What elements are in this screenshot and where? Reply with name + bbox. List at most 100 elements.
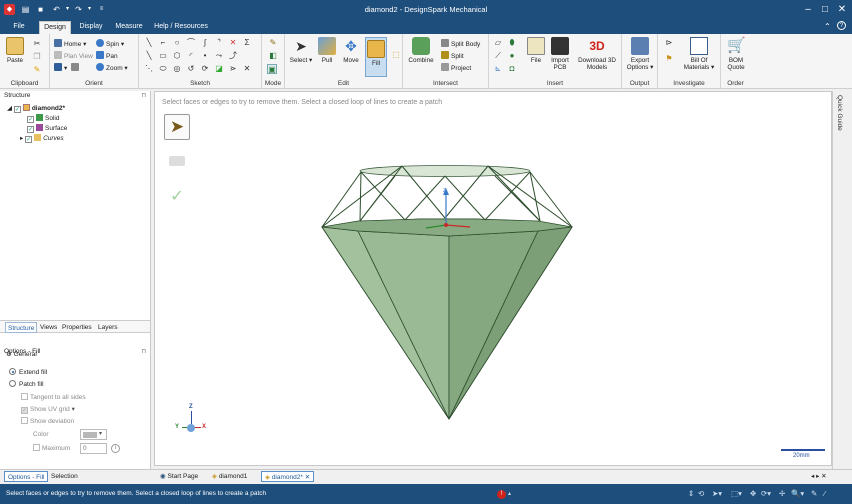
offset-curve-icon[interactable]: ⤴ (228, 51, 238, 61)
doc-tab-diamond2[interactable]: ◈ diamond2* ✕ (261, 471, 315, 482)
help-icon[interactable]: ? (837, 21, 846, 30)
trim-tool-icon[interactable]: ✕ (228, 38, 238, 48)
ribbon-collapse-icon[interactable]: ⌃ (822, 21, 833, 32)
info-icon[interactable]: i (111, 444, 120, 453)
origin-icon[interactable]: ⊾ (493, 64, 503, 74)
rotate-view-icon[interactable]: ⟲ (698, 488, 704, 500)
tree-checkbox[interactable]: ✓ (27, 116, 34, 123)
tab-properties[interactable]: Properties (60, 322, 94, 333)
project-curve-icon[interactable]: ⟳ (200, 64, 210, 74)
plane-icon[interactable]: ▱ (493, 38, 503, 48)
move-view-icon[interactable]: ✢ (779, 488, 785, 500)
tab-display[interactable]: Display (76, 21, 106, 34)
tree-item-solid[interactable]: ✓ Solid (27, 114, 59, 124)
split-button[interactable]: Split (441, 51, 464, 61)
zoom-view-icon[interactable]: 🔍▾ (791, 488, 804, 500)
patch-fill-radio[interactable]: Patch fill (9, 380, 44, 390)
insert-file-button[interactable]: File (525, 37, 547, 64)
dashed-line-icon[interactable]: ⋱ (144, 64, 154, 74)
export-options-button[interactable]: Export Options ▾ (625, 37, 655, 71)
shell-icon[interactable]: ◘ (507, 64, 517, 74)
sphere-icon[interactable]: ● (507, 51, 517, 61)
tree-checkbox[interactable]: ✓ (27, 126, 34, 133)
maximize-icon[interactable]: □ (818, 3, 832, 17)
show-uv-grid-checkbox[interactable]: ✓ Show UV grid ▾ (21, 405, 75, 415)
download-3d-models-button[interactable]: 3D Download 3D Models (575, 37, 619, 71)
cut-icon[interactable]: ✂ (32, 39, 42, 49)
point-tool-icon[interactable]: • (200, 51, 210, 61)
tab-views[interactable]: Views (38, 322, 59, 333)
mirror-sketch-icon[interactable]: ⋗ (228, 64, 238, 74)
three-point-arc-icon[interactable]: ↺ (186, 64, 196, 74)
pan-tool-icon[interactable]: ✥ (750, 488, 756, 500)
fill-button[interactable]: Fill (365, 37, 387, 77)
options-pin-icon[interactable]: ⊓ (141, 347, 146, 357)
tab-file[interactable]: File (8, 21, 30, 34)
move-button[interactable]: ✥ Move (340, 37, 362, 64)
general-section[interactable]: ⚙ General (6, 350, 37, 360)
tab-design[interactable]: Design (39, 21, 71, 34)
fillet-sketch-icon[interactable]: ◪ (214, 64, 224, 74)
tab-structure[interactable]: Structure (5, 322, 38, 333)
axis-icon[interactable]: ⟋ (493, 51, 503, 61)
minimize-icon[interactable]: – (801, 3, 815, 17)
three-point-circle-icon[interactable]: ◎ (172, 64, 182, 74)
maximum-input[interactable]: 0 (80, 443, 107, 454)
check-geometry-icon[interactable]: ⚑ (664, 54, 674, 64)
color-picker[interactable]: ▾ (80, 429, 107, 440)
select-button[interactable]: ➤ Select ▾ (289, 37, 313, 64)
pan-button[interactable]: Pan (96, 51, 118, 61)
copy-icon[interactable]: ❐ (32, 52, 42, 62)
tab-layers[interactable]: Layers (96, 322, 120, 333)
split-line-icon[interactable]: ⤳ (214, 51, 224, 61)
tree-checkbox[interactable]: ✓ (25, 136, 33, 143)
circle-tool-icon[interactable]: ○ (172, 38, 182, 48)
3d-mode-icon[interactable]: ▣ (267, 64, 277, 74)
paste-button[interactable]: Paste (4, 37, 26, 64)
view-button[interactable]: ▾ (54, 63, 81, 73)
tab-help-resources[interactable]: Help / Resources (153, 21, 209, 34)
combine-button[interactable]: Combine (407, 37, 435, 64)
line-tool-icon[interactable]: ╲ (144, 38, 154, 48)
extend-fill-radio[interactable]: Extend fill (9, 368, 47, 378)
close-icon[interactable]: ✕ (835, 3, 849, 17)
sketch-mode-icon[interactable]: ✎ (268, 38, 278, 48)
ellipse-tool-icon[interactable]: ⬭ (158, 64, 168, 74)
maximum-checkbox[interactable]: Maximum (33, 444, 70, 454)
tangent-checkbox[interactable]: Tangent to all sides (21, 393, 86, 403)
pull-button[interactable]: Pull (316, 37, 338, 64)
box-select-icon[interactable]: ⬚▾ (731, 488, 742, 500)
scale-sketch-icon[interactable]: ✕ (242, 64, 252, 74)
close-tab-icon[interactable]: ✕ (305, 474, 310, 481)
tree-checkbox[interactable]: ✓ (13, 106, 21, 113)
arc-tool-icon[interactable]: ⌒ (186, 38, 196, 48)
tab-scroll-arrows[interactable]: ◂ ▸ ✕ (808, 471, 830, 482)
plan-view-button[interactable]: Plan View (54, 51, 93, 61)
pin-icon[interactable]: ⊓ (141, 91, 146, 101)
tab-measure[interactable]: Measure (112, 21, 146, 34)
quick-guide-tab[interactable]: Quick Guide (836, 95, 843, 131)
polygon-tool-icon[interactable]: ⬡ (172, 51, 182, 61)
error-dropdown-icon[interactable]: ▴ (508, 488, 511, 500)
doc-tab-start-page[interactable]: ◉ Start Page (157, 471, 201, 482)
tree-item-surface[interactable]: ✓ Surface (27, 124, 67, 134)
spin-view-icon[interactable]: ⟳▾ (761, 488, 771, 500)
doc-tab-diamond1[interactable]: ◈ diamond1 (209, 471, 250, 482)
cylinder-icon[interactable]: ⬮ (507, 38, 517, 48)
import-pcb-button[interactable]: Import PCB (548, 37, 572, 71)
sigma-tool-icon[interactable]: Σ (242, 38, 252, 48)
spline-tool-icon[interactable]: ∫ (200, 38, 210, 48)
diamond-model[interactable]: Z (155, 92, 831, 465)
close-all-icon[interactable]: ✕ (821, 473, 826, 480)
rectangle-tool-icon[interactable]: ▭ (158, 51, 168, 61)
project-button[interactable]: Project (441, 63, 471, 73)
tree-item-curves[interactable]: ▸ ✓ Curves (20, 134, 64, 144)
tree-root[interactable]: ◢ ✓ diamond2* (7, 104, 65, 114)
split-body-button[interactable]: Split Body (441, 39, 480, 49)
sweep-arc-icon[interactable]: ◜ (186, 51, 196, 61)
snap-icon[interactable]: ⇕ (688, 488, 694, 500)
tab-selection[interactable]: Selection (48, 471, 81, 482)
replace-icon[interactable]: ⬚ (391, 50, 401, 60)
bend-tool-icon[interactable]: ⌝ (214, 38, 224, 48)
spin-button[interactable]: Spin ▾ (96, 39, 124, 49)
